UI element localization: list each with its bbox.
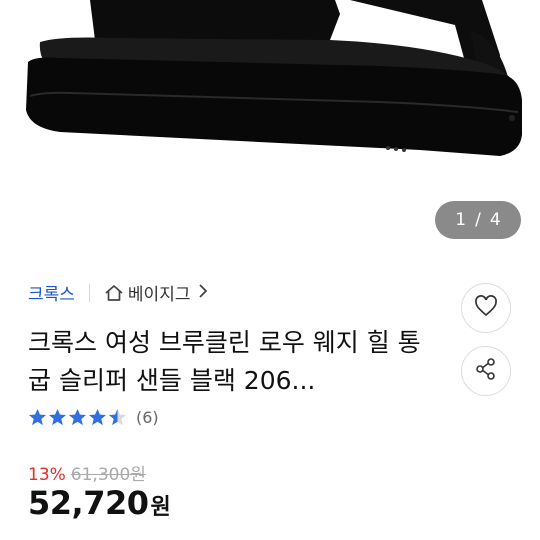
counter-current: 1	[455, 210, 467, 230]
like-button[interactable]	[461, 283, 511, 333]
counter-separator: /	[475, 210, 481, 230]
product-title: 크록스 여성 브루클린 로우 웨지 힐 통굽 슬리퍼 샌들 블랙 206...	[28, 328, 421, 395]
breadcrumb-divider	[88, 283, 90, 302]
sale-price: 52,720	[28, 484, 149, 522]
original-price: 61,300원	[70, 465, 146, 485]
star-icon	[48, 408, 67, 426]
brand-link[interactable]: 크록스	[28, 280, 75, 305]
star-icon	[108, 408, 127, 426]
discount-line: 13% 61,300원	[28, 460, 146, 485]
product-image-gallery[interactable]: 1 / 4	[0, 0, 540, 250]
star-rating	[28, 408, 128, 427]
share-button[interactable]	[461, 346, 511, 396]
sale-price-line: 52,720 원	[28, 484, 171, 522]
category-link[interactable]: 베이지그	[128, 280, 191, 305]
discount-rate: 13%	[28, 465, 66, 485]
star-icon	[68, 408, 87, 426]
heart-icon	[474, 295, 498, 321]
home-icon[interactable]	[104, 283, 124, 303]
star-icon	[28, 408, 47, 426]
currency-unit: 원	[150, 495, 171, 520]
counter-total: 4	[489, 210, 501, 230]
review-count: (6)	[136, 408, 159, 427]
share-icon	[474, 357, 498, 385]
rating[interactable]: (6)	[28, 408, 159, 427]
chevron-right-icon	[198, 282, 208, 303]
breadcrumb: 크록스 베이지그	[28, 280, 208, 305]
image-counter: 1 / 4	[435, 201, 521, 239]
star-icon	[88, 408, 107, 426]
